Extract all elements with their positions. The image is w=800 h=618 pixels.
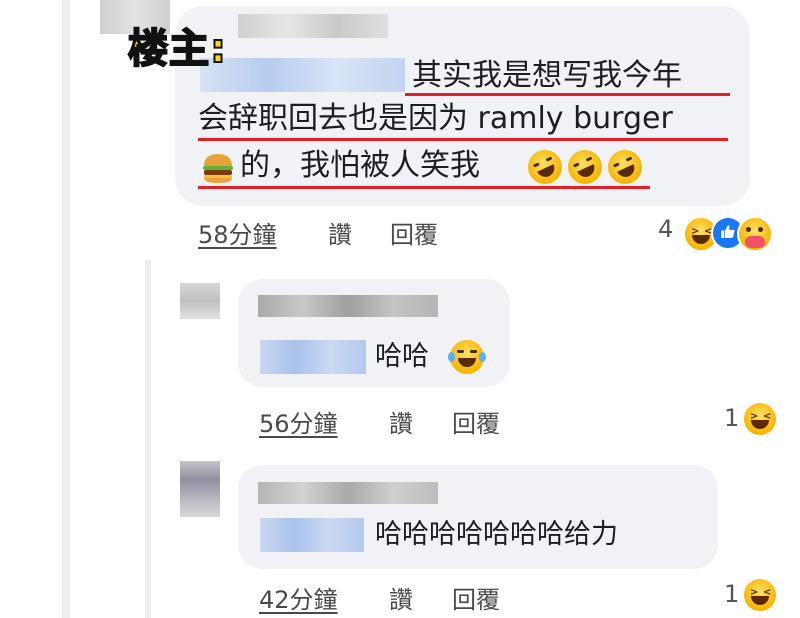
underline-3 [198,186,650,189]
burger-icon [203,154,233,183]
reply-1-mention-blur[interactable] [260,340,366,374]
reply-1-reply-button[interactable]: 回覆 [452,404,500,439]
reply-1-name-blur[interactable] [258,295,438,317]
reply-1-time-link[interactable]: 56分鐘 [259,404,338,439]
op-like-button[interactable]: 讚 [328,215,352,250]
reply-2-reaction-count[interactable]: 1 [724,580,739,608]
reply-1-text: 哈哈 [375,341,429,372]
op-time-link[interactable]: 58分鐘 [198,215,277,250]
tears-of-joy-icon [448,340,486,374]
reply-1-like-button[interactable]: 讚 [389,404,413,439]
reply-1-avatar[interactable] [180,283,220,319]
op-tag: 楼主: [127,25,227,73]
reply-2-text: 哈哈哈哈哈哈哈给力 [375,519,618,550]
reply-2-mention-blur[interactable] [260,518,364,552]
op-text-line-2: 会辞职回去也是因为 ramly burger [198,101,673,136]
op-text-line-3: 的，我怕被人笑我 [240,148,480,183]
laughing-face-icon[interactable]: > < [744,579,776,611]
reply-2-time-link[interactable]: 42分鐘 [259,580,338,615]
reply-2-avatar[interactable] [180,461,220,517]
op-name-blur[interactable] [238,14,388,38]
op-text-line-1: 其实我是想写我今年 [412,58,682,93]
thread-line [62,0,70,618]
underline-2 [198,138,728,141]
care-face-icon[interactable] [737,216,773,252]
reply-2-name-blur[interactable] [258,482,438,504]
laughing-face-icon[interactable]: > < [744,403,776,435]
thread-line-reply [145,260,151,618]
reply-1-reaction-count[interactable]: 1 [724,404,739,432]
underline-1 [405,93,730,96]
reply-2-like-button[interactable]: 讚 [389,580,413,615]
op-mention-blur[interactable] [200,58,405,92]
op-reaction-count[interactable]: 4 [658,215,673,243]
op-reply-button[interactable]: 回覆 [390,215,438,250]
reply-2-reply-button[interactable]: 回覆 [452,580,500,615]
